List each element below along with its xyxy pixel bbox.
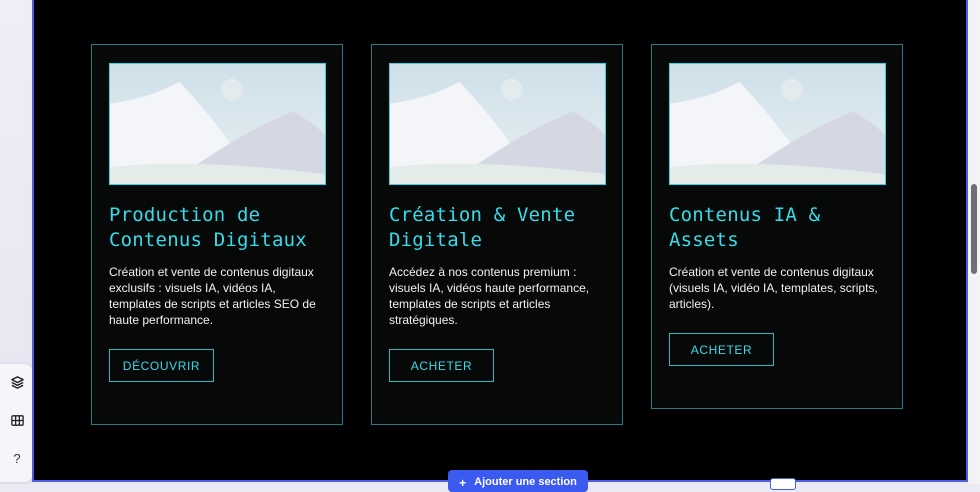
plus-icon: +: [459, 476, 467, 490]
add-section-button[interactable]: + Ajouter une section: [448, 470, 588, 492]
card-title: Production de Contenus Digitaux: [109, 204, 307, 251]
section-resize-handle[interactable]: [770, 478, 796, 490]
add-section-label: Ajouter une section: [474, 476, 577, 488]
service-card-production: Production de Contenus Digitaux Création…: [91, 44, 343, 425]
editor-toolbar: ?: [0, 364, 34, 482]
buy-button[interactable]: ACHETER: [389, 349, 494, 382]
discover-button[interactable]: DÉCOUVRIR: [109, 349, 214, 382]
layers-icon[interactable]: [7, 372, 27, 392]
card-description: Accédez à nos contenus premium : visuels…: [389, 265, 590, 327]
card-title: Création & Vente Digitale: [389, 204, 576, 251]
image-placeholder: [109, 63, 326, 185]
grid-icon[interactable]: [7, 410, 27, 430]
card-description: Création et vente de contenus digitaux (…: [669, 265, 878, 311]
scrollbar-thumb[interactable]: [971, 184, 977, 274]
service-card-creation: Création & Vente Digitale Accédez à nos …: [371, 44, 623, 425]
buy-button[interactable]: ACHETER: [669, 333, 774, 366]
help-icon[interactable]: ?: [7, 448, 27, 468]
image-placeholder: [389, 63, 606, 185]
image-placeholder: [669, 63, 886, 185]
service-card-assets: Contenus IA & Assets Création et vente d…: [651, 44, 903, 409]
card-description: Création et vente de contenus digitaux e…: [109, 265, 316, 327]
card-title: Contenus IA & Assets: [669, 204, 821, 251]
